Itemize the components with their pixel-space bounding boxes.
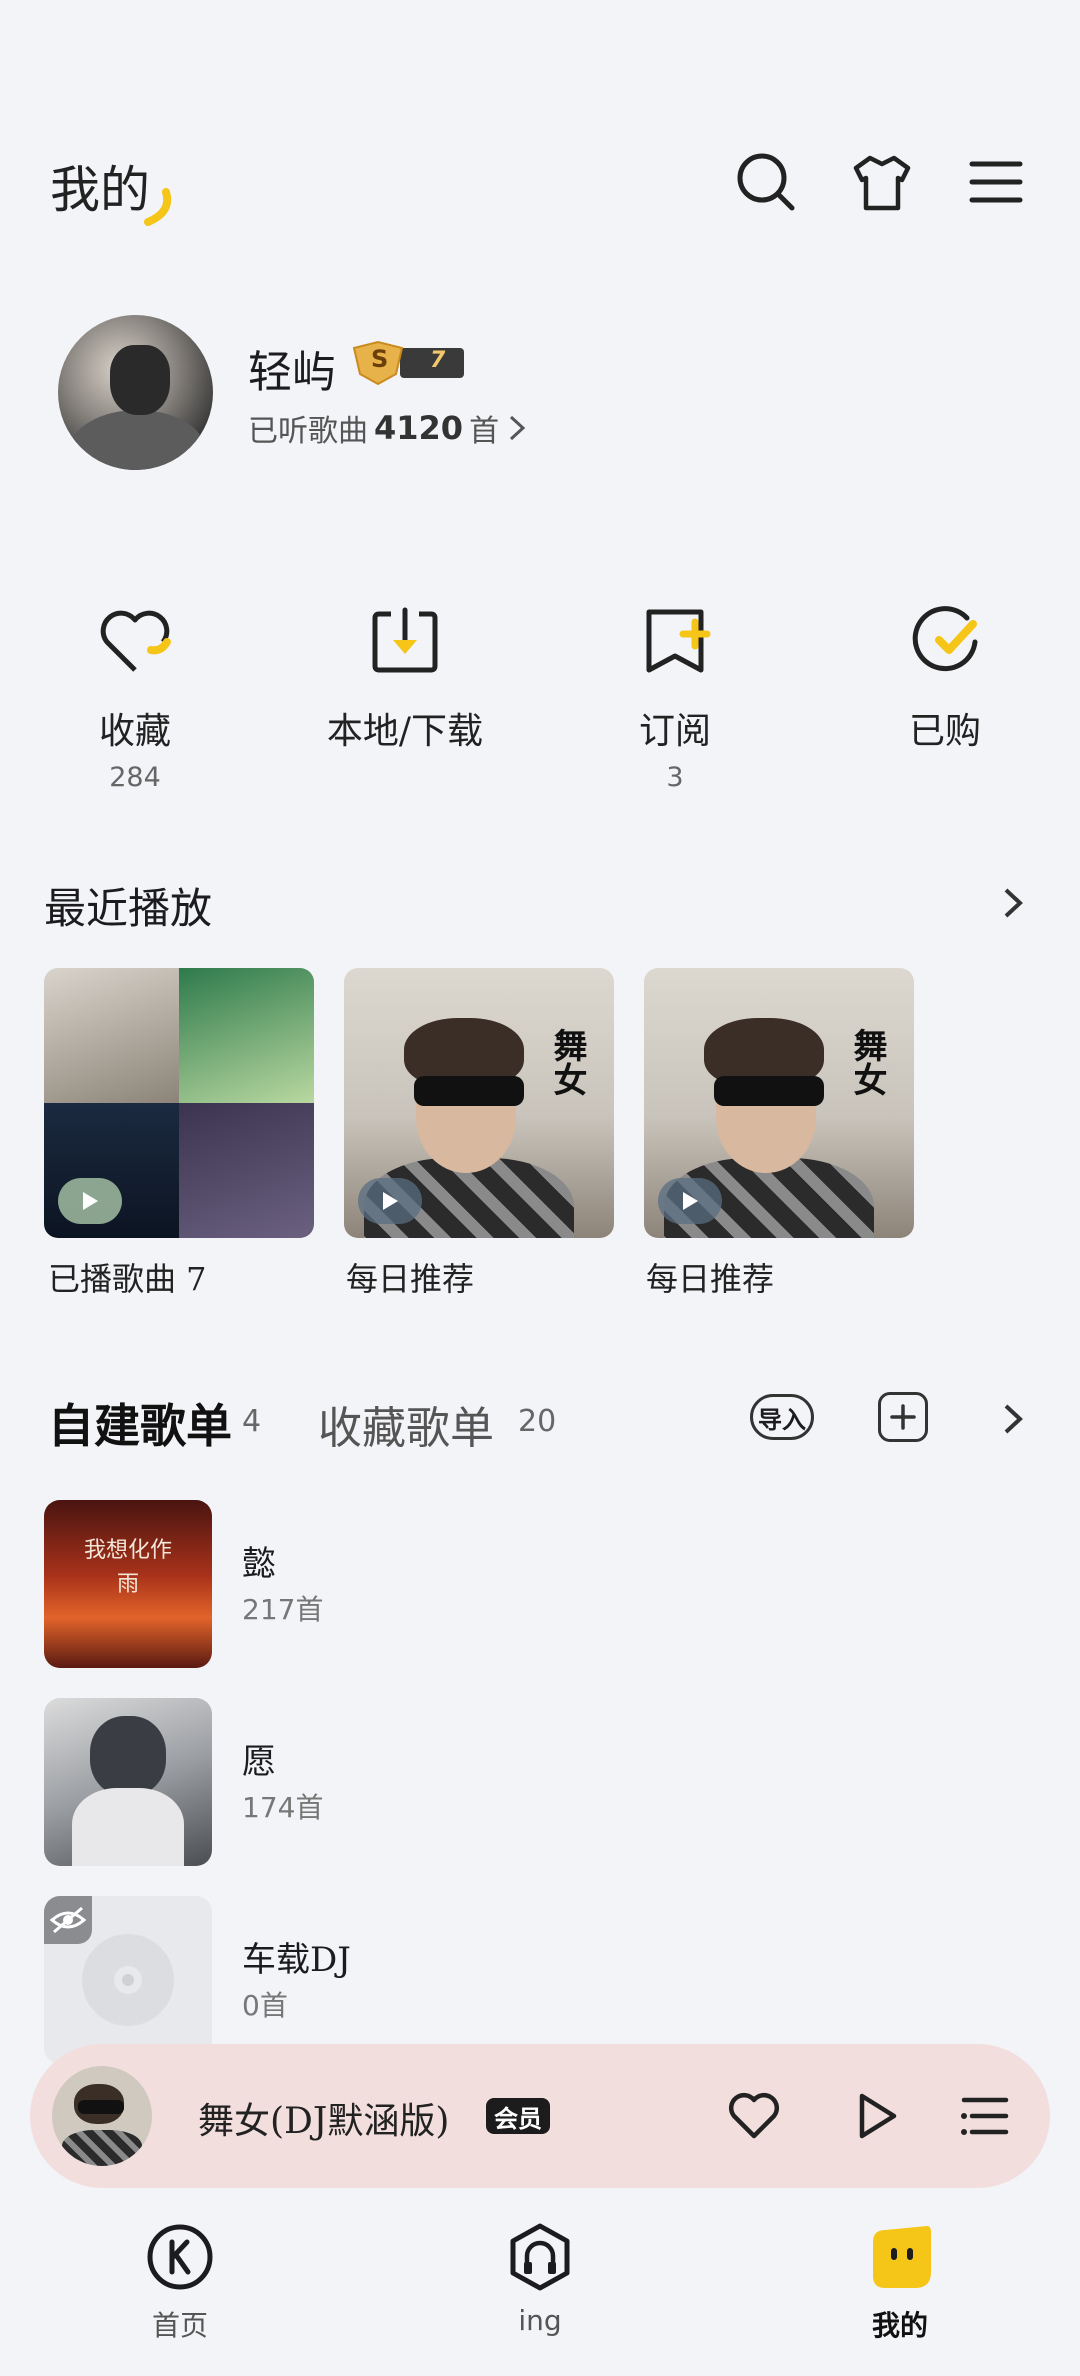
- bookmark-add-icon: [646, 609, 711, 673]
- action-favorites[interactable]: 收藏 284: [25, 600, 245, 793]
- playlist-count: 217首: [242, 1593, 324, 1626]
- nav-ing[interactable]: ing: [450, 2222, 630, 2337]
- title-accent-icon: [144, 188, 172, 226]
- cover-art-text: 我想化作雨: [83, 1538, 172, 1597]
- level-badge[interactable]: S 7: [350, 340, 466, 386]
- listened-stats[interactable]: 已听歌曲 4120 首: [248, 406, 529, 450]
- action-subscribe[interactable]: 订阅 3: [565, 600, 785, 793]
- playlist-queue-icon[interactable]: [954, 2086, 1014, 2146]
- nav-label: ing: [518, 2304, 562, 2337]
- cover-tile: [179, 1103, 314, 1238]
- cover-art-text: 舞女: [547, 1028, 587, 1096]
- play-icon: [383, 1192, 398, 1210]
- mine-face-icon: [873, 2226, 931, 2288]
- play-button[interactable]: [358, 1178, 422, 1224]
- action-label: 已购: [908, 711, 981, 752]
- disc-icon: [82, 1934, 174, 2026]
- nav-label: 首页: [151, 2309, 208, 2342]
- now-playing-title: 舞女(DJ默涵版): [198, 2101, 450, 2142]
- cover-art-text: 舞女: [847, 1028, 887, 1096]
- tab-favorite-count: 20: [518, 1404, 557, 1439]
- recent-card-played[interactable]: [44, 968, 314, 1238]
- recent-card-label: 已播歌曲 7: [48, 1260, 207, 1298]
- cover-tile: [179, 968, 314, 1103]
- purchased-check-icon: [912, 606, 978, 672]
- listened-count: 4120: [374, 409, 464, 447]
- play-icon[interactable]: [846, 2086, 906, 2146]
- badge-number: 7: [430, 348, 446, 373]
- download-icon: [372, 607, 438, 673]
- playlist-count: 0首: [242, 1989, 288, 2022]
- username[interactable]: 轻屿: [248, 336, 336, 400]
- avatar[interactable]: [58, 315, 213, 470]
- search-icon[interactable]: [734, 150, 798, 214]
- now-playing-cover: [52, 2066, 152, 2166]
- listened-suffix: 首: [469, 414, 500, 449]
- play-button[interactable]: [58, 1178, 122, 1224]
- listened-prefix: 已听歌曲: [248, 414, 368, 449]
- chevron-right-icon: [510, 415, 526, 441]
- tab-favorite-playlists[interactable]: 收藏歌单: [318, 1392, 494, 1456]
- recent-card-label: 每日推荐: [646, 1260, 775, 1298]
- play-button[interactable]: [658, 1178, 722, 1224]
- nav-mine[interactable]: 我的: [810, 2222, 990, 2344]
- add-playlist-button[interactable]: [878, 1392, 928, 1442]
- recent-card-daily[interactable]: 舞女: [644, 968, 914, 1238]
- action-label: 订阅: [638, 711, 711, 752]
- vip-badge: 会员: [486, 2098, 550, 2134]
- cover-tile: [44, 968, 179, 1103]
- import-button[interactable]: 导入: [750, 1394, 814, 1440]
- action-purchased[interactable]: 已购: [835, 600, 1055, 754]
- tab-created-count: 4: [242, 1404, 262, 1439]
- bottom-nav: 首页 ing 我的: [0, 2200, 1080, 2376]
- playlist-cover: 我想化作雨: [44, 1500, 212, 1668]
- level-badge-icon: [352, 340, 464, 386]
- chevron-right-icon[interactable]: [996, 886, 1030, 920]
- play-icon: [683, 1192, 698, 1210]
- action-count: 284: [109, 762, 161, 793]
- playlist-item[interactable]: 车载DJ 0首: [44, 1896, 1044, 2064]
- recent-card-daily[interactable]: 舞女: [344, 968, 614, 1238]
- playlist-item[interactable]: 愿 174首: [44, 1698, 1044, 1866]
- hidden-badge: [44, 1896, 92, 1944]
- action-label: 收藏: [98, 711, 171, 752]
- skin-shirt-icon[interactable]: [850, 150, 914, 214]
- playlist-cover: [44, 1896, 212, 2064]
- action-count: 3: [666, 762, 684, 793]
- headphone-icon: [510, 2223, 570, 2291]
- recent-card-label: 每日推荐: [346, 1260, 475, 1298]
- action-label: 本地/下载: [326, 711, 484, 752]
- playlist-count: 174首: [242, 1791, 324, 1824]
- eye-off-icon: [49, 1906, 87, 1934]
- playlist-cover: [44, 1698, 212, 1866]
- home-k-icon: [147, 2224, 213, 2290]
- menu-icon[interactable]: [964, 150, 1028, 214]
- playlist-name: 懿: [242, 1544, 276, 1584]
- recent-section-title: 最近播放: [44, 884, 213, 933]
- tab-created-playlists[interactable]: 自建歌单: [48, 1390, 232, 1456]
- playlist-name: 愿: [242, 1742, 276, 1782]
- action-local-download[interactable]: 本地/下载: [295, 600, 515, 754]
- playlist-name: 车载DJ: [242, 1940, 351, 1980]
- like-heart-icon[interactable]: [724, 2086, 784, 2146]
- play-icon: [83, 1192, 98, 1210]
- nav-label: 我的: [871, 2309, 928, 2342]
- page-title: 我的: [50, 150, 172, 226]
- nav-home[interactable]: 首页: [90, 2222, 270, 2344]
- playlist-item[interactable]: 我想化作雨 懿 217首: [44, 1500, 1044, 1668]
- badge-level: S: [371, 345, 389, 373]
- heart-icon: [100, 610, 171, 672]
- chevron-right-icon[interactable]: [996, 1402, 1030, 1436]
- mini-player[interactable]: 舞女(DJ默涵版) 会员: [30, 2044, 1050, 2188]
- plus-icon: [890, 1404, 916, 1430]
